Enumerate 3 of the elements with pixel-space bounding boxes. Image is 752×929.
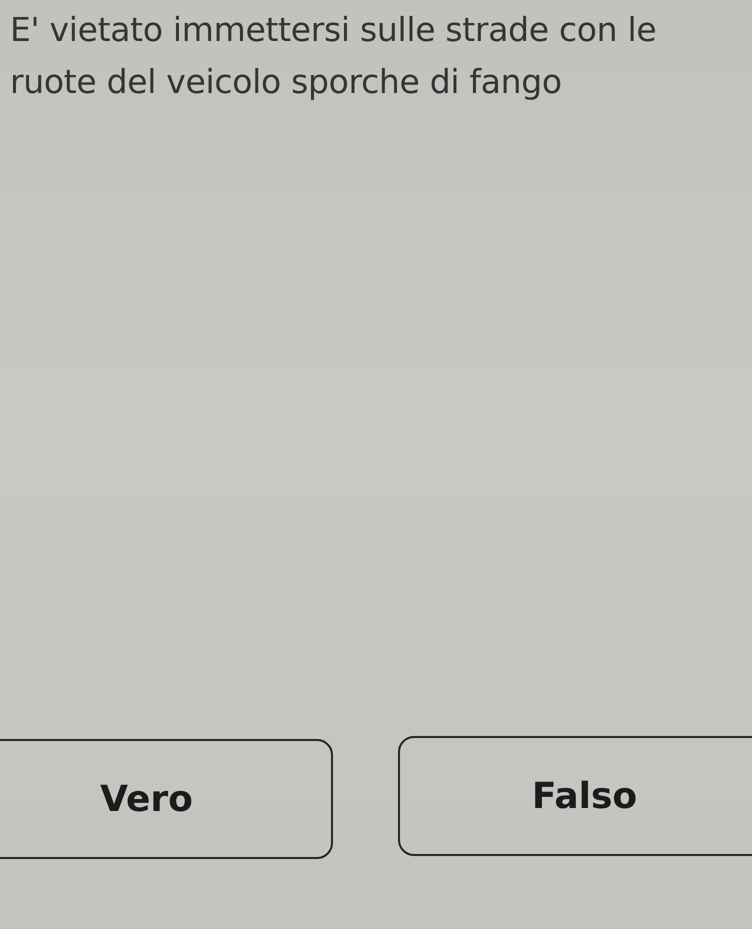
- answer-button[interactable]: Vero: [0, 739, 333, 859]
- question-text: E' vietato immettersi sulle strade con le ruote del veicolo sporche di fango: [9, 9, 658, 103]
- answer-button[interactable]: Falso: [398, 736, 752, 856]
